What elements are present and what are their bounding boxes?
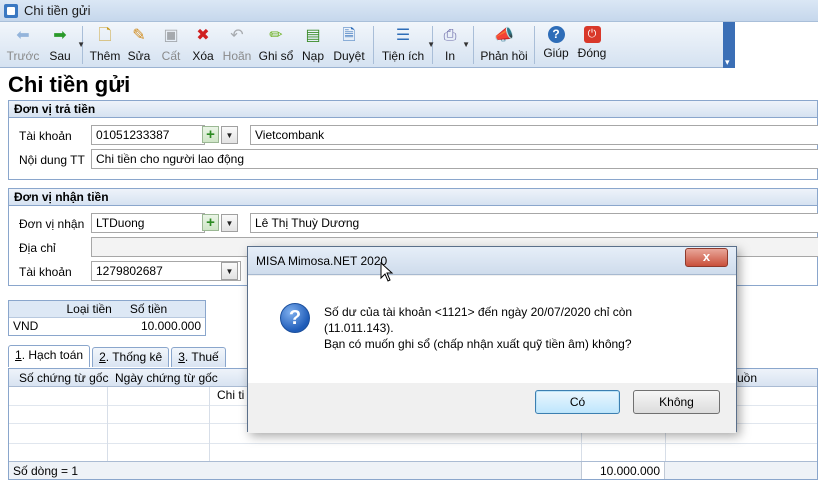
payee-unit-label: Đơn vị nhận [19, 217, 85, 231]
grid-row-line [9, 443, 817, 444]
payer-account-dropdown[interactable]: ▼ [221, 126, 238, 144]
chevron-down-icon[interactable]: ▼ [77, 40, 85, 49]
payee-section-header: Đơn vị nhận tiền [9, 189, 817, 206]
grid-total: 10.000.000 [581, 462, 665, 479]
row-count: Số dòng = 1 [13, 464, 79, 478]
page-title: Chi tiền gửi [8, 72, 131, 97]
help-icon: ? [547, 26, 565, 43]
tab-statistics[interactable]: 2. Thống kê [92, 347, 170, 367]
dialog-title: MISA Mimosa.NET 2020 [256, 254, 388, 268]
amount-column-header: Số tiền [129, 302, 168, 316]
utilities-icon: ☰ [395, 27, 411, 44]
payer-account-field[interactable]: 01051233387 [91, 125, 205, 145]
edit-icon: ✎ [132, 27, 146, 44]
load-icon: ▤ [305, 27, 321, 44]
add-button[interactable]: 🗋 Thêm [88, 22, 122, 66]
edit-button[interactable]: ✎ Sửa [124, 22, 154, 66]
save-button[interactable]: ▣ Cất [156, 22, 186, 66]
toolbar-separator [534, 26, 535, 64]
payer-section-header: Đơn vị trả tiền [9, 101, 817, 118]
grid-col-doc-no: Số chứng từ gốc [19, 371, 109, 385]
payer-account-label: Tài khoản [19, 129, 72, 143]
payee-account-dropdown[interactable]: ▼ [221, 262, 238, 280]
add-account-icon[interactable]: + [202, 126, 219, 143]
help-button[interactable]: ? Giúp [540, 22, 572, 66]
dialog-close-button[interactable]: x [685, 248, 728, 267]
grid-col-line [107, 387, 108, 463]
print-button[interactable]: ⎙ In ▼ [438, 22, 470, 66]
payee-unit-name-field[interactable]: Lê Thị Thuỳ Dương [250, 213, 818, 233]
undo-button[interactable]: ↶ Hoãn [220, 22, 254, 66]
megaphone-icon: 📣 [494, 27, 514, 44]
chevron-down-icon[interactable]: ▼ [427, 40, 435, 49]
toolbar: ⬅ Trước ➡ Sau ▼ 🗋 Thêm ✎ Sửa ▣ Cất ✖ Xóa… [0, 22, 735, 68]
payee-unit-dropdown[interactable]: ▼ [221, 214, 238, 232]
dialog-body: ? Số dư của tài khoản <1121> đến ngày 20… [248, 276, 736, 383]
confirm-dialog: MISA Mimosa.NET 2020 x ? Số dư của tài k… [247, 246, 737, 433]
mouse-cursor-icon [380, 261, 394, 282]
feedback-button[interactable]: 📣 Phản hồi [479, 22, 529, 66]
power-icon: ⏻ [583, 26, 601, 43]
close-button[interactable]: ⏻ Đóng [574, 22, 610, 66]
grid-col-source: uồn [737, 371, 758, 385]
tab-tax[interactable]: 3. Thuế [171, 347, 226, 367]
question-icon: ? [280, 303, 310, 333]
currency-column-header: Loại tiền [66, 302, 112, 316]
no-button[interactable]: Không [633, 390, 720, 414]
window-titlebar: Chi tiền gửi [0, 0, 818, 22]
dialog-message-line1: Số dư của tài khoản <1121> đến ngày 20/0… [324, 305, 633, 319]
currency-table-header: Loại tiền Số tiền [9, 301, 205, 318]
currency-table-row[interactable]: VND 10.000.000 [9, 318, 205, 335]
next-button[interactable]: ➡ Sau ▼ [43, 22, 85, 66]
grid-col-line [209, 387, 210, 463]
arrow-left-icon: ⬅ [16, 27, 30, 44]
pencil-icon: ✏ [269, 27, 283, 44]
load-button[interactable]: ▤ Nạp [298, 22, 328, 66]
delete-icon: ✖ [196, 27, 210, 44]
detail-tabs: 1. Hạch toán 2. Thống kê 3. Thuế [8, 345, 228, 367]
print-icon: ⎙ [443, 27, 457, 44]
previous-button[interactable]: ⬅ Trước [5, 22, 41, 66]
dialog-titlebar: MISA Mimosa.NET 2020 x [248, 247, 736, 275]
grid-col-doc-date: Ngày chứng từ gốc [115, 371, 218, 385]
toolbar-separator [473, 26, 474, 64]
add-payee-icon[interactable]: + [202, 214, 219, 231]
currency-cell[interactable]: VND [9, 318, 126, 335]
grid-footer: Số dòng = 1 10.000.000 [9, 461, 817, 479]
undo-icon: ↶ [230, 27, 244, 44]
payee-account-label: Tài khoản [19, 265, 72, 279]
toolbar-separator [373, 26, 374, 64]
payee-account-field[interactable]: 1279802687 [91, 261, 241, 281]
utilities-button[interactable]: ☰ Tiện ích ▼ [379, 22, 435, 66]
payee-address-label: Địa chỉ [19, 241, 56, 255]
dialog-message: Số dư của tài khoản <1121> đến ngày 20/0… [324, 304, 724, 352]
arrow-right-icon: ➡ [53, 27, 67, 44]
delete-button[interactable]: ✖ Xóa [188, 22, 218, 66]
grid-col-detail: Chi ti [217, 388, 245, 402]
payee-unit-code-field[interactable]: LTDuong [91, 213, 205, 233]
post-button[interactable]: ✏ Ghi sổ [256, 22, 296, 66]
payer-bank-field[interactable]: Vietcombank [250, 125, 818, 145]
save-icon: ▣ [163, 27, 179, 44]
toolbar-overflow-button[interactable] [723, 22, 735, 68]
add-document-icon: 🗋 [98, 27, 112, 44]
document-icon: 🗎 [342, 27, 356, 44]
payer-content-field[interactable]: Chi tiền cho người lao động [91, 149, 818, 169]
payer-content-label: Nội dung TT [19, 153, 85, 167]
chevron-down-icon[interactable]: ▼ [462, 40, 470, 49]
app-icon [4, 3, 18, 18]
amount-cell[interactable]: 10.000.000 [126, 318, 205, 335]
approve-button[interactable]: 🗎 Duyệt [330, 22, 368, 66]
dialog-message-line3: Bạn có muốn ghi sổ (chấp nhận xuất quỹ t… [324, 337, 632, 351]
dialog-message-line2: (11.011.143). [324, 321, 394, 335]
window-title: Chi tiền gửi [24, 3, 91, 18]
currency-amount-table: Loại tiền Số tiền VND 10.000.000 [8, 300, 206, 336]
payer-section: Đơn vị trả tiền Tài khoản 01051233387 + … [8, 100, 818, 180]
yes-button[interactable]: Có [535, 390, 620, 414]
dialog-footer: Có Không [248, 383, 736, 433]
tab-accounting[interactable]: 1. Hạch toán [8, 345, 91, 367]
